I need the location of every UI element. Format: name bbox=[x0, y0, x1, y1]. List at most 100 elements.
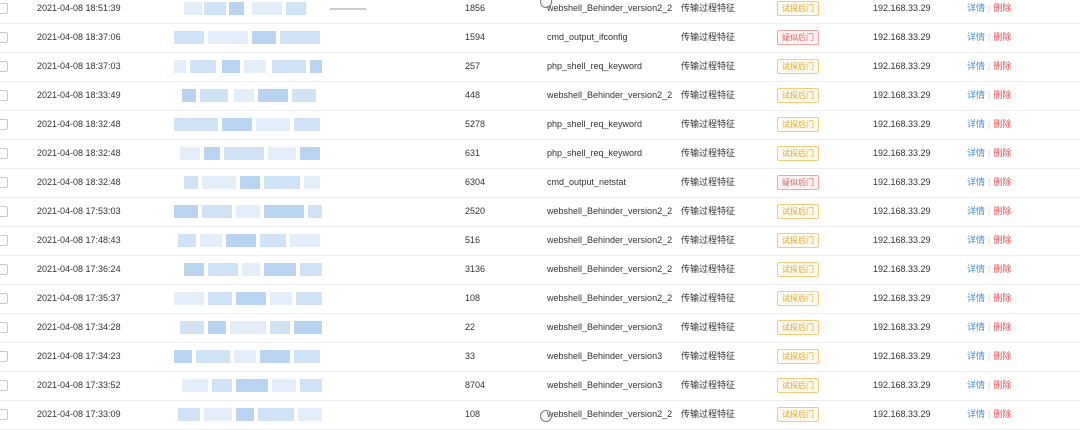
detail-link[interactable]: 详情 bbox=[967, 148, 985, 158]
delete-link[interactable]: 删除 bbox=[993, 264, 1011, 274]
row-checkbox[interactable] bbox=[0, 293, 8, 304]
rule-name: webshell_Behinder_version3 bbox=[547, 322, 663, 332]
status-badge-label: 疑似后门 bbox=[777, 175, 819, 191]
alert-count: 2520 bbox=[465, 206, 486, 216]
alert-count: 108 bbox=[465, 409, 481, 419]
row-checkbox[interactable] bbox=[0, 235, 8, 246]
detail-link[interactable]: 详情 bbox=[967, 61, 985, 71]
status-badge: 疑似后门 bbox=[777, 168, 819, 197]
detail-link[interactable]: 详情 bbox=[967, 322, 985, 332]
detail-link[interactable]: 详情 bbox=[967, 293, 985, 303]
status-badge: 试探后门 bbox=[777, 52, 819, 81]
row-checkbox[interactable] bbox=[0, 90, 8, 101]
table-row[interactable]: 2021-04-08 17:53:03 2520 webshell_Behind… bbox=[0, 197, 1080, 227]
row-checkbox[interactable] bbox=[0, 409, 8, 420]
status-badge-label: 试探后门 bbox=[777, 117, 819, 133]
source-ip: 192.168.33.29 bbox=[873, 264, 931, 274]
delete-link[interactable]: 删除 bbox=[993, 3, 1011, 13]
detail-link[interactable]: 详情 bbox=[967, 3, 985, 13]
table-row[interactable]: 2021-04-08 18:37:03 257 php_shell_req_ke… bbox=[0, 52, 1080, 82]
alert-time: 2021-04-08 17:35:37 bbox=[37, 293, 121, 303]
alert-time: 2021-04-08 18:33:49 bbox=[37, 90, 121, 100]
row-checkbox[interactable] bbox=[0, 148, 8, 159]
detail-link[interactable]: 详情 bbox=[967, 235, 985, 245]
table-row[interactable]: 2021-04-08 18:32:48 5278 php_shell_req_k… bbox=[0, 110, 1080, 140]
delete-link[interactable]: 删除 bbox=[993, 119, 1011, 129]
status-badge: 试探后门 bbox=[777, 284, 819, 313]
alert-time: 2021-04-08 18:32:48 bbox=[37, 148, 121, 158]
action-separator: | bbox=[988, 380, 991, 390]
delete-link[interactable]: 删除 bbox=[993, 351, 1011, 361]
row-actions: 详情 | 删除 bbox=[967, 371, 1011, 400]
table-row[interactable]: 2021-04-08 17:34:23 33 webshell_Behinder… bbox=[0, 342, 1080, 372]
status-badge-label: 试探后门 bbox=[777, 59, 819, 75]
alert-type: 传输过程特征 bbox=[681, 3, 736, 13]
detail-link[interactable]: 详情 bbox=[967, 206, 985, 216]
table-row[interactable]: 2021-04-08 18:32:48 6304 cmd_output_nets… bbox=[0, 168, 1080, 198]
alert-time: 2021-04-08 17:33:09 bbox=[37, 409, 121, 419]
detail-link[interactable]: 详情 bbox=[967, 264, 985, 274]
delete-link[interactable]: 删除 bbox=[993, 206, 1011, 216]
row-checkbox[interactable] bbox=[0, 322, 8, 333]
row-checkbox[interactable] bbox=[0, 32, 8, 43]
table-row[interactable]: 2021-04-08 17:33:52 8704 webshell_Behind… bbox=[0, 371, 1080, 401]
source-ip: 192.168.33.29 bbox=[873, 3, 931, 13]
delete-link[interactable]: 删除 bbox=[993, 90, 1011, 100]
detail-link[interactable]: 详情 bbox=[967, 177, 985, 187]
delete-link[interactable]: 删除 bbox=[993, 61, 1011, 71]
delete-link[interactable]: 删除 bbox=[993, 293, 1011, 303]
row-checkbox[interactable] bbox=[0, 264, 8, 275]
table-row[interactable]: 2021-04-08 17:35:37 108 webshell_Behinde… bbox=[0, 284, 1080, 314]
status-badge: 试探后门 bbox=[777, 0, 819, 23]
alert-time: 2021-04-08 17:33:52 bbox=[37, 380, 121, 390]
row-checkbox[interactable] bbox=[0, 119, 8, 130]
alert-count: 5278 bbox=[465, 119, 486, 129]
detail-link[interactable]: 详情 bbox=[967, 90, 985, 100]
detail-link[interactable]: 详情 bbox=[967, 119, 985, 129]
delete-link[interactable]: 删除 bbox=[993, 322, 1011, 332]
status-badge-label: 试探后门 bbox=[777, 262, 819, 278]
masked-url bbox=[174, 255, 324, 284]
alert-type: 传输过程特征 bbox=[681, 380, 736, 390]
status-badge: 试探后门 bbox=[777, 371, 819, 400]
row-checkbox[interactable] bbox=[0, 177, 8, 188]
status-badge-label: 试探后门 bbox=[777, 291, 819, 307]
masked-url bbox=[174, 168, 324, 197]
action-separator: | bbox=[988, 235, 991, 245]
row-checkbox[interactable] bbox=[0, 351, 8, 362]
status-badge: 试探后门 bbox=[777, 197, 819, 226]
alert-time: 2021-04-08 18:51:39 bbox=[37, 3, 121, 13]
alert-table: 2021-04-08 18:51:39 1856 webshell_Behind… bbox=[0, 0, 1080, 430]
delete-link[interactable]: 删除 bbox=[993, 235, 1011, 245]
table-row[interactable]: 2021-04-08 18:32:48 631 php_shell_req_ke… bbox=[0, 139, 1080, 169]
alert-type: 传输过程特征 bbox=[681, 293, 736, 303]
status-badge-label: 试探后门 bbox=[777, 1, 819, 17]
row-actions: 详情 | 删除 bbox=[967, 139, 1011, 168]
row-checkbox[interactable] bbox=[0, 380, 8, 391]
table-row[interactable]: 2021-04-08 18:37:06 1594 cmd_output_ifco… bbox=[0, 23, 1080, 53]
row-actions: 详情 | 删除 bbox=[967, 226, 1011, 255]
table-row[interactable]: 2021-04-08 17:48:43 516 webshell_Behinde… bbox=[0, 226, 1080, 256]
detail-link[interactable]: 详情 bbox=[967, 380, 985, 390]
source-ip: 192.168.33.29 bbox=[873, 293, 931, 303]
table-row[interactable]: 2021-04-08 17:36:24 3136 webshell_Behind… bbox=[0, 255, 1080, 285]
delete-link[interactable]: 删除 bbox=[993, 32, 1011, 42]
alert-count: 6304 bbox=[465, 177, 486, 187]
rule-name: php_shell_req_keyword bbox=[547, 61, 643, 71]
row-checkbox[interactable] bbox=[0, 206, 8, 217]
table-row[interactable]: 2021-04-08 18:33:49 448 webshell_Behinde… bbox=[0, 81, 1080, 111]
row-checkbox[interactable] bbox=[0, 61, 8, 72]
delete-link[interactable]: 删除 bbox=[993, 177, 1011, 187]
alert-count: 3136 bbox=[465, 264, 486, 274]
status-badge-label: 试探后门 bbox=[777, 320, 819, 336]
detail-link[interactable]: 详情 bbox=[967, 32, 985, 42]
row-checkbox[interactable] bbox=[0, 3, 8, 14]
masked-url bbox=[174, 226, 324, 255]
action-separator: | bbox=[988, 61, 991, 71]
alert-count: 448 bbox=[465, 90, 481, 100]
table-row[interactable]: 2021-04-08 17:34:28 22 webshell_Behinder… bbox=[0, 313, 1080, 343]
alert-type: 传输过程特征 bbox=[681, 322, 736, 332]
detail-link[interactable]: 详情 bbox=[967, 351, 985, 361]
delete-link[interactable]: 删除 bbox=[993, 380, 1011, 390]
delete-link[interactable]: 删除 bbox=[993, 148, 1011, 158]
